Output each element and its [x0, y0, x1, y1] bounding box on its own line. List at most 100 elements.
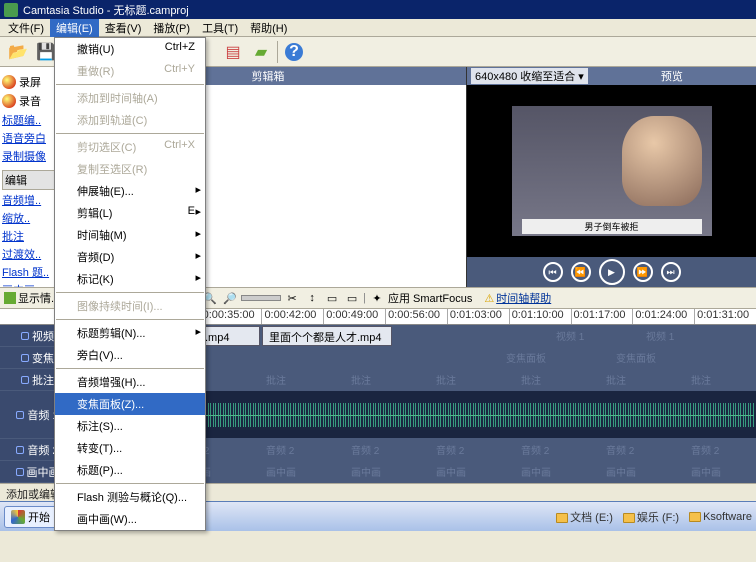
menu-separator: [56, 133, 204, 134]
chevron-right-icon: ▸: [195, 249, 201, 262]
lock-icon[interactable]: [16, 411, 24, 419]
folder-icon: [556, 513, 568, 523]
menu-item: 剪切选区(C)Ctrl+X: [55, 136, 205, 158]
folder-icon: [689, 512, 701, 522]
ghost-label: 画中画: [521, 464, 551, 479]
ruler-tick: 0:01:03:00: [447, 309, 509, 324]
edit-menu-dropdown[interactable]: 撤销(U)Ctrl+Z重做(R)Ctrl+Y添加到时间轴(A)添加到轨道(C)剪…: [54, 37, 206, 531]
chevron-right-icon: ▸: [195, 271, 201, 284]
ghost-label: 变焦面板: [506, 350, 546, 365]
start-button[interactable]: 开始: [4, 506, 57, 528]
menu-2[interactable]: 查看(V): [99, 19, 148, 37]
video-clip[interactable]: 里面个个都是人才.mp4: [262, 326, 392, 346]
menu-item[interactable]: 标记(K)▸: [55, 268, 205, 290]
menu-item[interactable]: 剪辑(L)E▸: [55, 202, 205, 224]
zoom-out-icon[interactable]: 🔎: [221, 289, 239, 307]
sf-icon[interactable]: ✦: [368, 289, 386, 307]
tool2-icon[interactable]: ▭: [343, 289, 361, 307]
ruler-tick: 0:01:24:00: [632, 309, 694, 324]
menu-item[interactable]: 变焦面板(Z)...: [55, 393, 205, 415]
chevron-right-icon: ▸: [195, 227, 201, 240]
tool-icon[interactable]: ▭: [323, 289, 341, 307]
menu-1[interactable]: 编辑(E): [50, 19, 99, 37]
menu-item[interactable]: 撤销(U)Ctrl+Z: [55, 38, 205, 60]
tray-item[interactable]: Ksoftware: [689, 511, 752, 523]
menu-separator: [56, 319, 204, 320]
play-button[interactable]: ▶: [599, 259, 625, 285]
video-caption: 男子倒车被拒: [522, 219, 702, 234]
ruler-tick: 0:01:31:00: [694, 309, 756, 324]
lock-icon[interactable]: [16, 446, 24, 454]
ghost-label: 画中画: [351, 464, 381, 479]
ghost-label: 音频 2: [606, 442, 634, 457]
cut-icon[interactable]: ✂: [283, 289, 301, 307]
title-bar: Camtasia Studio - 无标题.camproj: [0, 0, 756, 19]
lock-icon[interactable]: [21, 376, 29, 384]
split-icon[interactable]: ↕: [303, 289, 321, 307]
menu-0[interactable]: 文件(F): [2, 19, 50, 37]
ghost-label: 批注: [436, 372, 456, 387]
ghost-label: 视频 1: [646, 328, 674, 343]
menu-bar[interactable]: 文件(F)编辑(E)查看(V)播放(P)工具(T)帮助(H): [0, 19, 756, 37]
ghost-label: 视频 1: [556, 328, 584, 343]
windows-icon: [11, 510, 25, 524]
menu-item[interactable]: Flash 测验与概论(Q)...: [55, 486, 205, 508]
record-icon: [2, 75, 16, 89]
tag-button[interactable]: ▰: [249, 40, 273, 64]
menu-item[interactable]: 标注(S)...: [55, 415, 205, 437]
menu-item[interactable]: 音频增强(H)...: [55, 371, 205, 393]
menu-separator: [56, 84, 204, 85]
open-button[interactable]: 📂: [6, 40, 30, 64]
menu-item[interactable]: 时间轴(M)▸: [55, 224, 205, 246]
ghost-label: 音频 2: [436, 442, 464, 457]
list-button[interactable]: ▤: [221, 40, 245, 64]
ghost-label: 批注: [521, 372, 541, 387]
help-button[interactable]: ?: [282, 40, 306, 64]
tray-item[interactable]: 娱乐 (F:): [623, 509, 679, 525]
folder-icon: [623, 513, 635, 523]
ghost-label: 画中画: [606, 464, 636, 479]
ruler-tick: 0:00:56:00: [385, 309, 447, 324]
menu-item: 重做(R)Ctrl+Y: [55, 60, 205, 82]
ghost-label: 画中画: [266, 464, 296, 479]
menu-separator: [56, 483, 204, 484]
ghost-label: 批注: [266, 372, 286, 387]
preview-controls: ⏮ ⏪ ▶ ⏩ ⏭: [467, 257, 756, 287]
menu-5[interactable]: 帮助(H): [244, 19, 293, 37]
menu-item[interactable]: 音频(D)▸: [55, 246, 205, 268]
timeline-help[interactable]: 时间轴帮助: [496, 290, 551, 306]
menu-4[interactable]: 工具(T): [196, 19, 244, 37]
menu-item[interactable]: 标题(P)...: [55, 459, 205, 481]
preview-size-select[interactable]: 640x480 收缩至适合 ▾: [471, 68, 588, 84]
prev-button[interactable]: ⏮: [543, 262, 563, 282]
lock-icon[interactable]: [21, 332, 29, 340]
preview-header: 640x480 收缩至适合 ▾ 预览: [467, 67, 756, 85]
menu-3[interactable]: 播放(P): [147, 19, 196, 37]
preview-video[interactable]: 男子倒车被拒: [467, 85, 756, 257]
smartfocus-label[interactable]: 应用 SmartFocus: [388, 290, 472, 306]
lock-icon[interactable]: [16, 468, 24, 476]
menu-separator: [56, 368, 204, 369]
window-title: Camtasia Studio - 无标题.camproj: [23, 2, 189, 18]
preview-title: 预览: [588, 68, 756, 84]
menu-item[interactable]: 旁白(V)...: [55, 344, 205, 366]
next-button[interactable]: ⏭: [661, 262, 681, 282]
toggle-icon[interactable]: [4, 292, 16, 304]
menu-item[interactable]: 伸展轴(E)...▸: [55, 180, 205, 202]
ruler-tick: 0:00:42:00: [261, 309, 323, 324]
ghost-label: 批注: [606, 372, 626, 387]
ghost-label: 变焦面板: [616, 350, 656, 365]
menu-separator: [56, 292, 204, 293]
app-icon: [4, 3, 18, 17]
rewind-button[interactable]: ⏪: [571, 262, 591, 282]
menu-item[interactable]: 转变(T)...: [55, 437, 205, 459]
show-label[interactable]: 显示情..: [18, 290, 57, 306]
menu-item[interactable]: 标题剪辑(N)...▸: [55, 322, 205, 344]
ghost-label: 音频 2: [351, 442, 379, 457]
menu-item[interactable]: 画中画(W)...: [55, 508, 205, 530]
lock-icon[interactable]: [21, 354, 29, 362]
ruler-tick: 0:01:10:00: [509, 309, 571, 324]
tray-item[interactable]: 文档 (E:): [556, 509, 613, 525]
zoom-slider[interactable]: [241, 295, 281, 301]
forward-button[interactable]: ⏩: [633, 262, 653, 282]
